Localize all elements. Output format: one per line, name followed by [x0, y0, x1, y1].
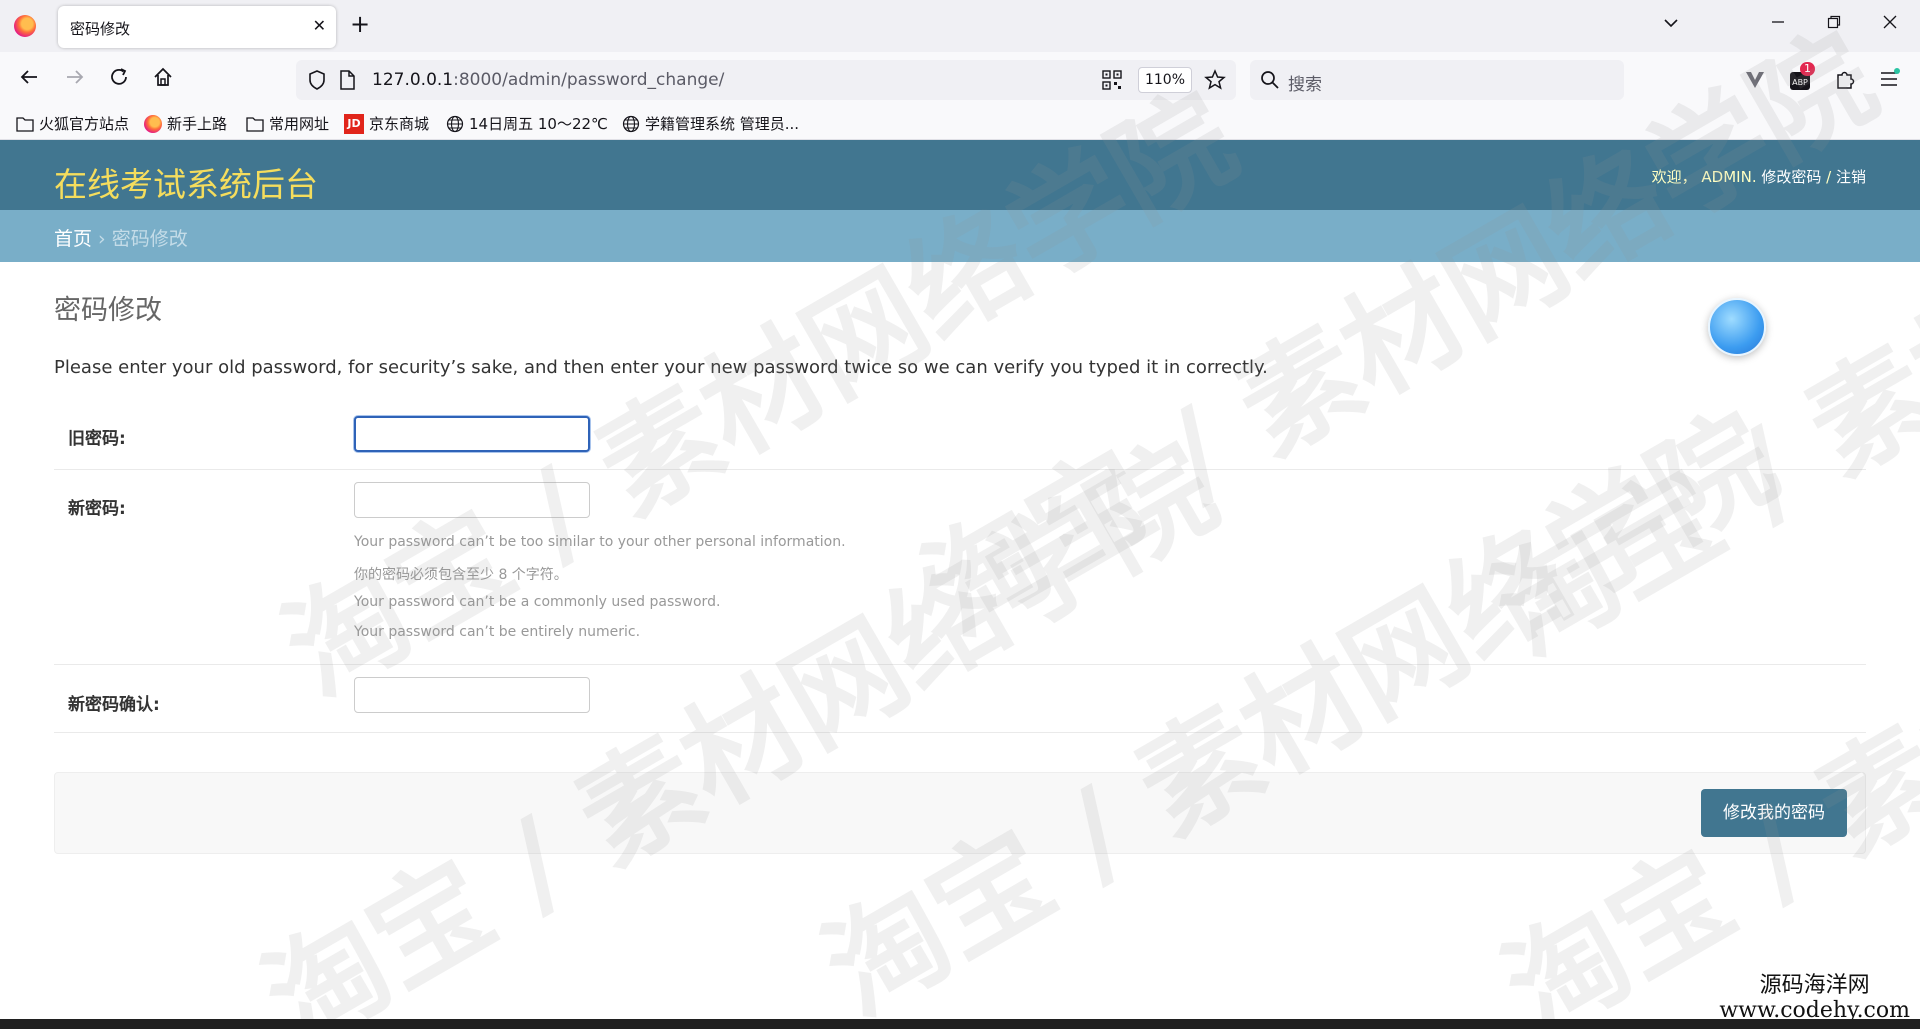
admin-header: 在线考试系统后台 欢迎， ADMIN. 修改密码 / 注销 — [0, 140, 1920, 210]
shield-icon[interactable] — [306, 69, 328, 95]
password-help-text: Your password can’t be entirely numeric. — [354, 624, 641, 640]
extension-badge-icon[interactable]: ABP 1 — [1788, 62, 1815, 96]
breadcrumb-home-link[interactable]: 首页 — [54, 228, 92, 250]
extension-badge-count: 1 — [1800, 62, 1815, 76]
tab-close-icon[interactable]: ✕ — [313, 16, 326, 35]
url-text[interactable]: 127.0.0.1:8000/admin/password_change/ — [372, 70, 724, 90]
globe-icon — [446, 115, 464, 132]
tab-list-chevron-down-icon[interactable] — [1662, 14, 1680, 37]
firefox-logo-icon — [14, 15, 36, 37]
reload-icon[interactable] — [108, 66, 130, 95]
search-bar[interactable]: 搜索 — [1250, 60, 1624, 100]
bookmark-item[interactable]: 学籍管理系统 管理员... — [622, 113, 799, 134]
vivaldi-extension-icon[interactable] — [1744, 68, 1766, 94]
bookmark-label: 常用网址 — [269, 115, 330, 133]
globe-icon — [622, 115, 640, 132]
separator: / — [1821, 168, 1836, 186]
restore-window-icon[interactable] — [1826, 14, 1842, 35]
svg-text:ABP: ABP — [1792, 78, 1808, 87]
password-help-text: Your password can’t be a commonly used p… — [354, 594, 721, 610]
corner-watermark-line1: 源码海洋网 — [1759, 973, 1870, 998]
old-password-input[interactable] — [354, 416, 590, 452]
firefox-logo-icon — [144, 114, 162, 133]
breadcrumb: 首页 › 密码修改 — [0, 210, 1920, 262]
browser-toolbar: 127.0.0.1:8000/admin/password_change/ 11… — [0, 52, 1920, 108]
os-taskbar — [0, 1019, 1920, 1029]
password-help-text: 你的密码必须包含至少 8 个字符。 — [354, 567, 568, 583]
bookmark-label: 新手上路 — [167, 115, 228, 133]
bookmark-item[interactable]: 火狐官方站点 — [16, 113, 129, 134]
folder-icon — [16, 116, 34, 132]
confirm-password-input[interactable] — [354, 677, 590, 713]
menu-hamburger-icon[interactable] — [1878, 68, 1900, 94]
bookmark-label: 学籍管理系统 管理员... — [645, 115, 800, 133]
tab-title: 密码修改 — [70, 20, 131, 38]
username: ADMIN — [1701, 168, 1752, 186]
intro-text: Please enter your old password, for secu… — [54, 357, 1268, 378]
minimize-icon[interactable] — [1770, 14, 1786, 35]
form-row-new-password: 新密码: Your password can’t be too similar … — [54, 470, 1866, 665]
page-info-icon[interactable] — [338, 70, 356, 94]
page-title: 密码修改 — [54, 295, 162, 326]
corner-watermark: 源码海洋网 www.codehy.com — [1719, 973, 1910, 1023]
separator: . — [1751, 168, 1757, 186]
browser-tab-bar: 密码修改 ✕ + — [0, 0, 1920, 52]
bookmark-label: 14日周五 10～22℃ — [469, 115, 608, 133]
breadcrumb-separator: › — [92, 228, 112, 250]
back-arrow-icon[interactable] — [18, 66, 40, 95]
forward-arrow-icon[interactable] — [64, 66, 86, 95]
submit-row: 修改我的密码 — [54, 772, 1866, 854]
change-password-link[interactable]: 修改密码 — [1761, 168, 1821, 186]
site-title[interactable]: 在线考试系统后台 — [54, 158, 318, 206]
bookmark-item[interactable]: 新手上路 — [144, 113, 227, 134]
zoom-level-button[interactable]: 110% — [1138, 67, 1192, 93]
logout-link[interactable]: 注销 — [1836, 168, 1866, 186]
jd-logo-icon: JD — [344, 113, 364, 134]
bookmark-label: 火狐官方站点 — [39, 115, 130, 133]
extensions-puzzle-icon[interactable] — [1834, 68, 1856, 94]
browser-tab-active[interactable]: 密码修改 ✕ — [58, 6, 336, 48]
bookmark-star-icon[interactable] — [1204, 69, 1226, 95]
user-tools: 欢迎， ADMIN. 修改密码 / 注销 — [1652, 166, 1866, 187]
breadcrumb-current: 密码修改 — [111, 228, 188, 250]
bookmark-label: 京东商城 — [369, 115, 430, 133]
welcome-text: 欢迎， — [1651, 168, 1697, 186]
search-icon — [1260, 70, 1280, 94]
home-icon[interactable] — [152, 66, 174, 95]
change-password-submit-button[interactable]: 修改我的密码 — [1701, 789, 1847, 837]
bookmarks-toolbar: 火狐官方站点 新手上路 常用网址 JD 京东商城 14日周五 10～22℃ 学籍… — [0, 108, 1920, 140]
old-password-label: 旧密码: — [68, 429, 126, 449]
form-row-confirm-password: 新密码确认: — [54, 665, 1866, 733]
folder-icon — [246, 116, 264, 132]
qr-code-icon[interactable] — [1102, 70, 1122, 94]
new-password-label: 新密码: — [68, 499, 126, 519]
bookmark-item[interactable]: 常用网址 — [246, 113, 329, 134]
close-window-icon[interactable] — [1882, 14, 1898, 35]
password-help-text: Your password can’t be too similar to yo… — [354, 534, 846, 550]
form-row-old-password: 旧密码: — [54, 402, 1866, 470]
new-password-input[interactable] — [354, 482, 590, 518]
address-bar[interactable]: 127.0.0.1:8000/admin/password_change/ 11… — [296, 60, 1236, 100]
search-input[interactable]: 搜索 — [1288, 70, 1322, 95]
bookmark-item[interactable]: 14日周五 10～22℃ — [446, 113, 608, 134]
floating-assistant-icon[interactable] — [1708, 298, 1766, 356]
new-tab-button[interactable]: + — [350, 12, 370, 36]
confirm-password-label: 新密码确认: — [68, 695, 160, 715]
bookmark-item[interactable]: JD 京东商城 — [344, 113, 429, 134]
